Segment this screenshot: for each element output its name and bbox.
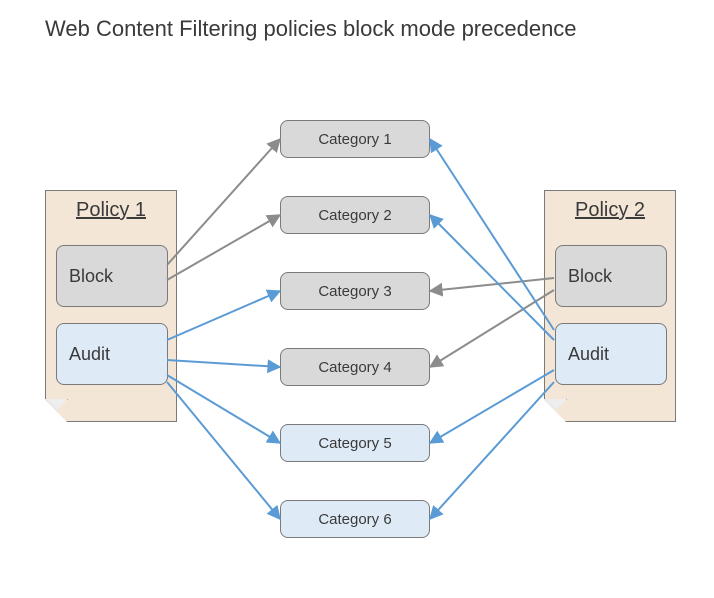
- policy-2-title: Policy 2: [545, 199, 675, 222]
- policy-1-audit-box: Audit: [56, 323, 168, 385]
- arrow-p1-audit-c6: [167, 382, 280, 519]
- arrow-p1-audit-c3: [167, 291, 280, 340]
- policy-2-block-label: Block: [568, 266, 612, 287]
- policy-2-audit-box: Audit: [555, 323, 667, 385]
- arrow-p2-block-c3: [430, 278, 554, 291]
- diagram-stage: Web Content Filtering policies block mod…: [0, 0, 714, 598]
- category-4: Category 4: [280, 348, 430, 386]
- policy-2-block-box: Block: [555, 245, 667, 307]
- arrow-p2-audit-c1: [430, 139, 554, 330]
- arrow-p2-audit-c6: [430, 382, 554, 519]
- policy-1-block-label: Block: [69, 266, 113, 287]
- category-1: Category 1: [280, 120, 430, 158]
- policy-1-audit-label: Audit: [69, 344, 110, 365]
- category-5: Category 5: [280, 424, 430, 462]
- arrow-p2-audit-c5: [430, 370, 554, 443]
- policy-2-card: Policy 2 Block Audit: [544, 190, 676, 422]
- policy-1-card: Policy 1 Block Audit: [45, 190, 177, 422]
- policy-1-block-box: Block: [56, 245, 168, 307]
- category-3: Category 3: [280, 272, 430, 310]
- policy-1-title: Policy 1: [46, 199, 176, 222]
- arrow-p1-block-c2: [167, 215, 280, 280]
- arrow-p1-block-c1: [167, 139, 280, 265]
- arrow-p2-block-c4: [430, 290, 554, 367]
- diagram-title: Web Content Filtering policies block mod…: [45, 16, 577, 42]
- policy-2-audit-label: Audit: [568, 344, 609, 365]
- category-6: Category 6: [280, 500, 430, 538]
- category-2: Category 2: [280, 196, 430, 234]
- arrow-p2-audit-c2: [430, 215, 554, 340]
- arrow-p1-audit-c5: [167, 375, 280, 443]
- arrow-p1-audit-c4: [167, 360, 280, 367]
